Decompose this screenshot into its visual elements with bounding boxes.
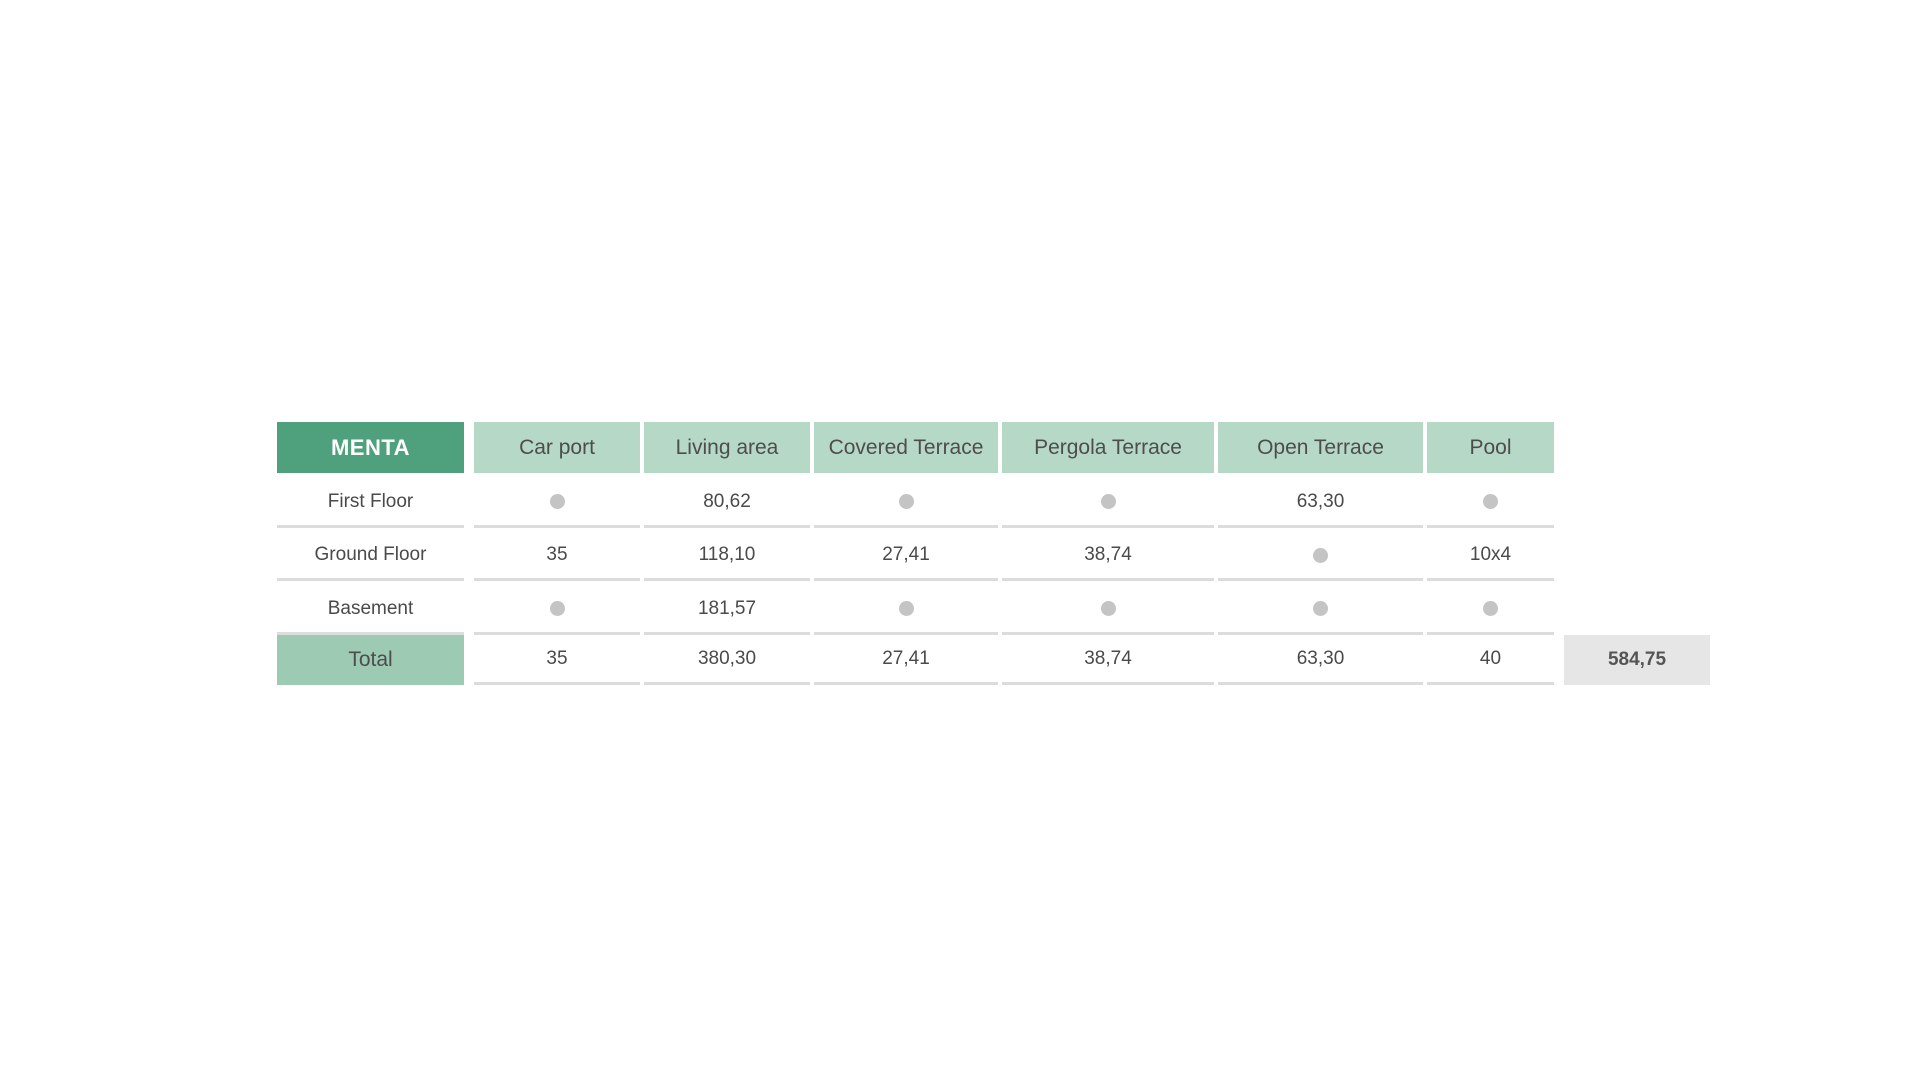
page: MENTA Car port Living area Covered Terra…: [0, 0, 1920, 1080]
table-cell-car-port: 35: [474, 532, 640, 581]
table-cell-pergola-terrace: [1002, 585, 1214, 635]
table-cell-pergola-terrace: [1002, 478, 1214, 528]
table-cell-living-area: 181,57: [644, 585, 810, 635]
header-row: MENTA Car port Living area Covered Terra…: [277, 422, 1711, 473]
dot-icon: [1483, 601, 1498, 616]
column-header-open-terrace: Open Terrace: [1218, 422, 1423, 473]
column-header-car-port: Car port: [474, 422, 640, 473]
table-row: First Floor 80,62 63,30: [277, 478, 1711, 528]
row-label: First Floor: [277, 478, 464, 528]
table-row: Ground Floor 35 118,10 27,41 38,74 10x4: [277, 532, 1711, 581]
total-cell: 38,74: [1002, 635, 1214, 685]
dot-icon: [1100, 601, 1116, 616]
total-label: Total: [277, 635, 464, 685]
table-cell-pool: [1427, 478, 1554, 528]
column-header-covered-terrace: Covered Terrace: [814, 422, 998, 473]
grand-total: 584,75: [1564, 635, 1710, 685]
table-cell-open-terrace: [1218, 532, 1423, 581]
row-label: Basement: [277, 585, 464, 635]
total-cell: 27,41: [814, 635, 998, 685]
dot-icon: [898, 494, 914, 509]
total-cell: 380,30: [644, 635, 810, 685]
table-cell-covered-terrace: [814, 585, 998, 635]
brand-header: MENTA: [277, 422, 464, 473]
dot-icon: [1313, 547, 1328, 563]
table-cell-open-terrace: 63,30: [1218, 478, 1423, 528]
total-cell: 63,30: [1218, 635, 1423, 685]
table-cell-car-port: [474, 585, 640, 635]
table-cell-pergola-terrace: 38,74: [1002, 532, 1214, 581]
dot-icon: [1483, 494, 1498, 509]
column-header-pergola-terrace: Pergola Terrace: [1002, 422, 1214, 473]
row-label: Ground Floor: [277, 532, 464, 581]
dot-icon: [549, 494, 565, 509]
dot-icon: [898, 601, 914, 616]
total-cell: 40: [1427, 635, 1554, 685]
total-cell: 35: [474, 635, 640, 685]
table-row: Basement 181,57: [277, 585, 1711, 635]
table-cell-open-terrace: [1218, 585, 1423, 635]
table-cell-pool: 10x4: [1427, 532, 1554, 581]
column-header-pool: Pool: [1427, 422, 1554, 473]
table-cell-living-area: 80,62: [644, 478, 810, 528]
dot-icon: [1313, 601, 1328, 616]
total-row: Total 35 380,30 27,41 38,74 63,30 40 584…: [277, 635, 1711, 685]
dot-icon: [549, 601, 565, 616]
table-cell-car-port: [474, 478, 640, 528]
table-cell-covered-terrace: 27,41: [814, 532, 998, 581]
table-cell-living-area: 118,10: [644, 532, 810, 581]
column-header-living-area: Living area: [644, 422, 810, 473]
table-cell-covered-terrace: [814, 478, 998, 528]
table-cell-pool: [1427, 585, 1554, 635]
dot-icon: [1100, 494, 1116, 509]
